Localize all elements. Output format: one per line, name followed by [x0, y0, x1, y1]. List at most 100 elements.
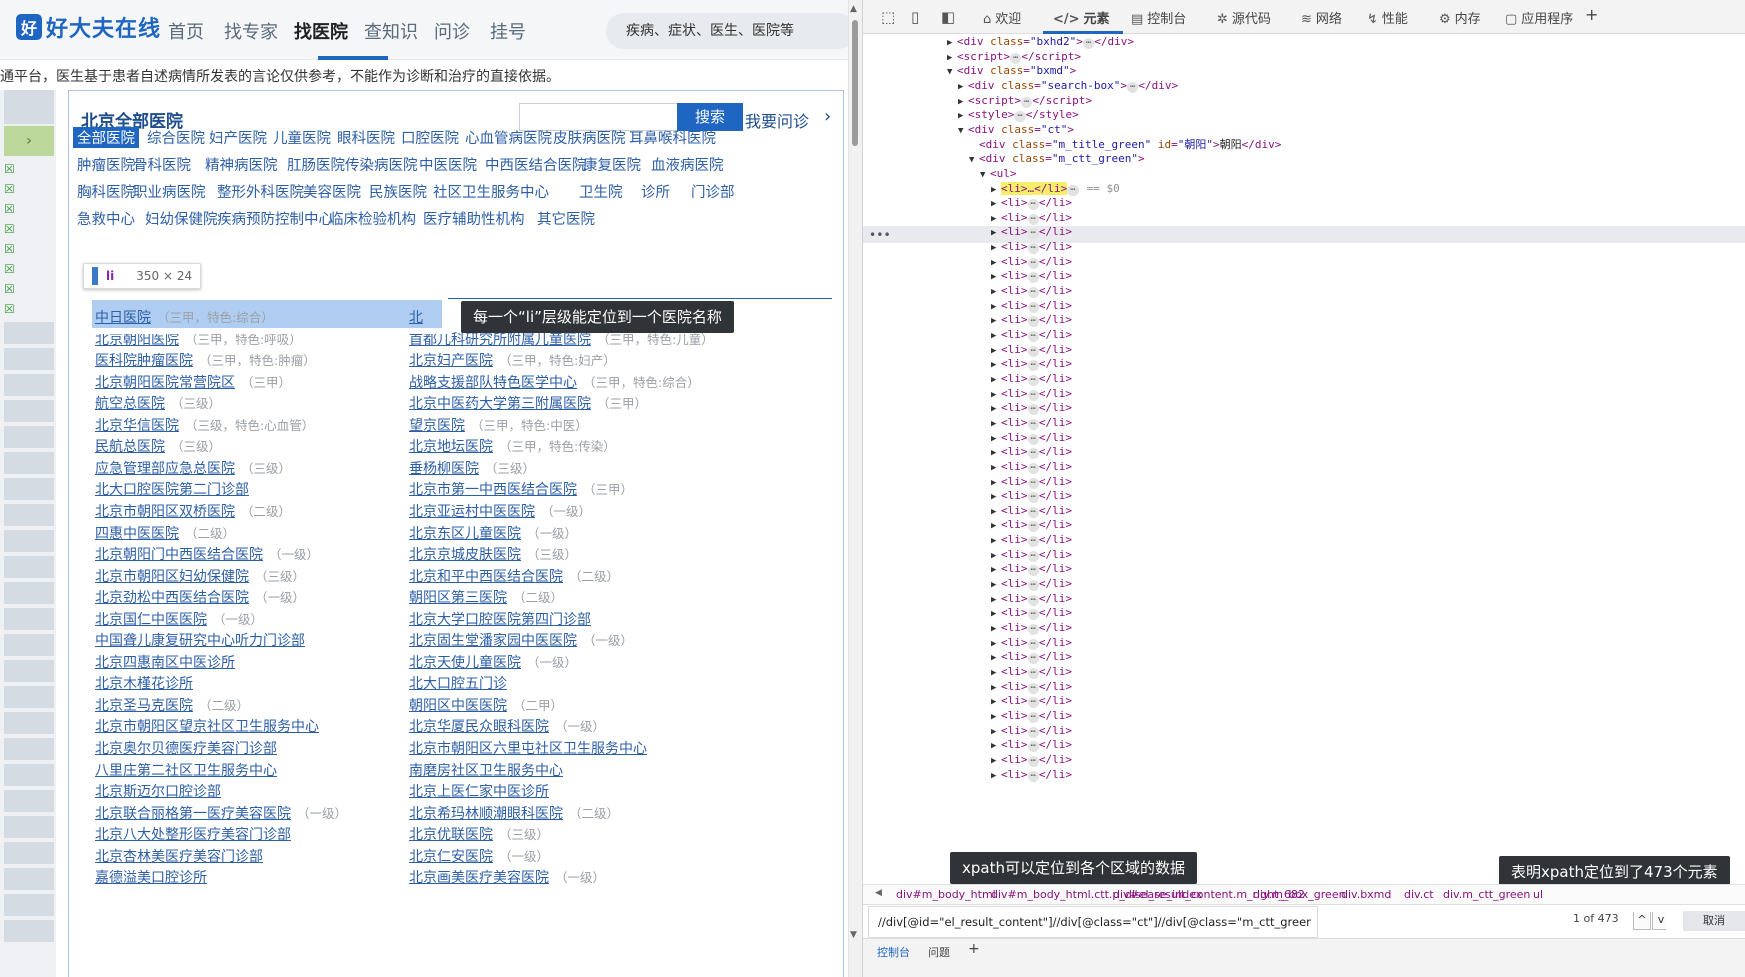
hospital-link[interactable]: 北京联合丽格第一医疗美容医院 [95, 806, 291, 822]
dom-node-li[interactable]: ▶ <li> ⋯ </li> [991, 386, 1072, 402]
hospital-link[interactable]: 北大口腔五门诊 [409, 676, 507, 692]
dom-node[interactable]: ▶ <div class="search-box"> ⋯ </div> [958, 78, 1178, 94]
category-filter-item[interactable]: 社区卫生服务中心 [429, 181, 553, 202]
chevron-right-icon[interactable]: › [824, 106, 831, 127]
category-filter-item[interactable]: 中西医结合医院 [481, 154, 591, 175]
site-search-input[interactable]: 疾病、症状、医生、医院等 [606, 13, 848, 49]
hospital-link[interactable]: 垂杨柳医院 [409, 461, 479, 477]
hospital-link[interactable]: 中国聋儿康复研究中心听力门诊部 [95, 633, 305, 649]
category-filter-item[interactable]: 妇产医院 [205, 127, 271, 148]
hospital-link[interactable]: 北京中医药大学第三附属医院 [409, 396, 591, 412]
hospital-link[interactable]: 北京市朝阳区妇幼保健院 [95, 569, 249, 585]
hospital-link[interactable]: 北京京城皮肤医院 [409, 547, 521, 563]
hospital-link[interactable]: 北京圣马克医院 [95, 698, 193, 714]
devtools-tab[interactable]: ⚙ 内存 [1439, 8, 1481, 27]
breadcrumb-item[interactable]: div.m_box_green [1253, 888, 1346, 901]
hospital-link[interactable]: 首都儿科研究所附属儿童医院 [409, 332, 591, 348]
dom-node-li[interactable]: ▶ <li> ⋯ </li> [991, 693, 1072, 709]
category-filter-item[interactable]: 门诊部 [687, 181, 739, 202]
hospital-link[interactable]: 嘉德溢美口腔诊所 [95, 870, 207, 886]
category-filter-item[interactable]: 全部医院 [73, 127, 139, 148]
category-filter-item[interactable]: 疾病预防控制中心 [213, 208, 337, 229]
dom-node-li[interactable]: ▶ <li> ⋯ </li> [991, 708, 1072, 724]
dom-node-li[interactable]: ▶ <li> ⋯ </li> [991, 254, 1072, 270]
page-scrollbar[interactable] [848, 0, 862, 977]
hospital-link[interactable]: 北京地坛医院 [409, 439, 493, 455]
category-filter-item[interactable]: 医疗辅助性机构 [419, 208, 529, 229]
breadcrumb-item[interactable]: div#m_body_html [896, 888, 996, 901]
dom-node-li[interactable]: ▶ <li> ⋯ </li> [991, 430, 1072, 446]
hospital-link[interactable]: 北京八大处整形医疗美容门诊部 [95, 827, 291, 843]
hospital-link[interactable]: 北京市第一中西医结合医院 [409, 482, 577, 498]
devtools-tab[interactable]: ≋ 网络 [1301, 8, 1342, 27]
hospital-link[interactable]: 南磨房社区卫生服务中心 [409, 763, 563, 779]
nav-home[interactable]: 首页 [168, 18, 204, 44]
hospital-link[interactable]: 北京妇产医院 [409, 353, 493, 369]
hospital-link[interactable]: 医科院肿瘤医院 [95, 353, 193, 369]
expand-toggle-icon[interactable]: ▶ [991, 768, 1001, 784]
previous-match-button[interactable]: ^ [1633, 910, 1651, 930]
expand-toggle-icon[interactable]: ▼ [947, 64, 957, 80]
hospital-link[interactable]: 北京东区儿童医院 [409, 526, 521, 542]
hospital-link[interactable]: 朝阳区第三医院 [409, 590, 507, 606]
dom-node-li[interactable]: ▶ <li> ⋯ </li> [991, 561, 1072, 577]
category-filter-item[interactable]: 口腔医院 [397, 127, 463, 148]
dom-node-li[interactable]: ▶ <li> ⋯ </li> [991, 210, 1072, 226]
devtools-tab[interactable]: ⌂ 欢迎 [983, 8, 1021, 27]
dom-node-li[interactable]: ▶ <li> ⋯ </li> [991, 752, 1072, 768]
hospital-link[interactable]: 北京朝阳门中西医结合医院 [95, 547, 263, 563]
dom-node[interactable]: ▼ <div class="m_ctt_green"> [969, 151, 1145, 167]
dom-node-li[interactable]: ▶ <li> ⋯ </li> [991, 635, 1072, 651]
dom-node[interactable]: ▶ <script> ⋯ </script> [947, 49, 1081, 65]
breadcrumb-item[interactable]: div.m_ctt_green [1443, 888, 1530, 901]
hospital-link[interactable]: 北京亚运村中医医院 [409, 504, 535, 520]
devtools-tab[interactable]: ▤ 控制台 [1131, 8, 1186, 27]
dom-node-li[interactable]: ▶ <li> ⋯ </li> [991, 576, 1072, 592]
nav-find-expert[interactable]: 找专家 [224, 18, 278, 44]
dock-side-icon[interactable]: ◧ [941, 8, 955, 26]
category-filter-item[interactable]: 皮肤病医院 [549, 127, 630, 148]
nav-find-hospital[interactable]: 找医院 [294, 18, 348, 44]
device-toolbar-icon[interactable]: ▯ [911, 8, 919, 26]
add-tab-icon[interactable]: + [1585, 5, 1598, 24]
dom-node-li[interactable]: ▶ <li> ⋯ </li> [991, 195, 1072, 211]
inspect-element-icon[interactable]: ⬚ [881, 8, 895, 26]
category-filter-item[interactable]: 中医医院 [415, 154, 481, 175]
drawer-tab-issues[interactable]: 问题 [928, 944, 950, 960]
page-scrollbar-thumb[interactable] [852, 20, 858, 146]
dom-node-li[interactable]: ▶ <li> ⋯ </li> [991, 474, 1072, 490]
dom-node[interactable]: ▼ <ul> [980, 166, 1017, 182]
hospital-link[interactable]: 航空总医院 [95, 396, 165, 412]
hospital-link[interactable]: 朝阳区中医医院 [409, 698, 507, 714]
breadcrumb-item[interactable]: div.ct [1404, 888, 1434, 901]
hospital-link[interactable]: 北京优联医院 [409, 827, 493, 843]
hospital-link[interactable]: 北 [409, 310, 423, 326]
hospital-link[interactable]: 望京医院 [409, 418, 465, 434]
hospital-link[interactable]: 北大口腔医院第二门诊部 [95, 482, 249, 498]
ask-consult-link[interactable]: 我要问诊 [745, 108, 809, 132]
category-filter-item[interactable]: 精神病医院 [201, 154, 282, 175]
hospital-link[interactable]: 北京华信医院 [95, 418, 179, 434]
hospital-link[interactable]: 北京奥尔贝德医疗美容门诊部 [95, 741, 277, 757]
category-filter-item[interactable]: 肛肠医院 [283, 154, 349, 175]
dom-node-li[interactable]: ▶ <li> ⋯ </li> [991, 283, 1072, 299]
scroll-down-icon[interactable]: ▼ [850, 930, 857, 940]
dom-node-li[interactable]: ▶ <li> ⋯ </li> [991, 224, 1072, 240]
category-filter-item[interactable]: 民族医院 [365, 181, 431, 202]
category-filter-item[interactable]: 急救中心 [73, 208, 139, 229]
category-filter-item[interactable]: 卫生院 [575, 181, 627, 202]
dom-node[interactable]: ▶ <script> ⋯ </script> [958, 93, 1092, 109]
dom-node-li[interactable]: ▶ <li> ⋯ </li> [991, 488, 1072, 504]
dom-node-li[interactable]: ▶ <li> ⋯ </li> [991, 239, 1072, 255]
dom-node-li[interactable]: ▶ <li> ⋯ </li> [991, 371, 1072, 387]
dom-node-li[interactable]: ▶ <li> ⋯ </li> [991, 459, 1072, 475]
hospital-link[interactable]: 北京木槿花诊所 [95, 676, 193, 692]
hospital-link[interactable]: 北京市朝阳区双桥医院 [95, 504, 235, 520]
category-filter-item[interactable]: 骨科医院 [129, 154, 195, 175]
nav-consult[interactable]: 问诊 [434, 18, 470, 44]
hospital-link[interactable]: 北京四惠南区中医诊所 [95, 655, 235, 671]
category-filter-item[interactable]: 整形外科医院 [213, 181, 308, 202]
dom-node-li[interactable]: ▶ <li> ⋯ </li> [991, 737, 1072, 753]
expand-toggle-icon[interactable]: ▼ [980, 167, 990, 183]
dom-node-li[interactable]: ▶ <li> ⋯ </li> [991, 767, 1072, 783]
